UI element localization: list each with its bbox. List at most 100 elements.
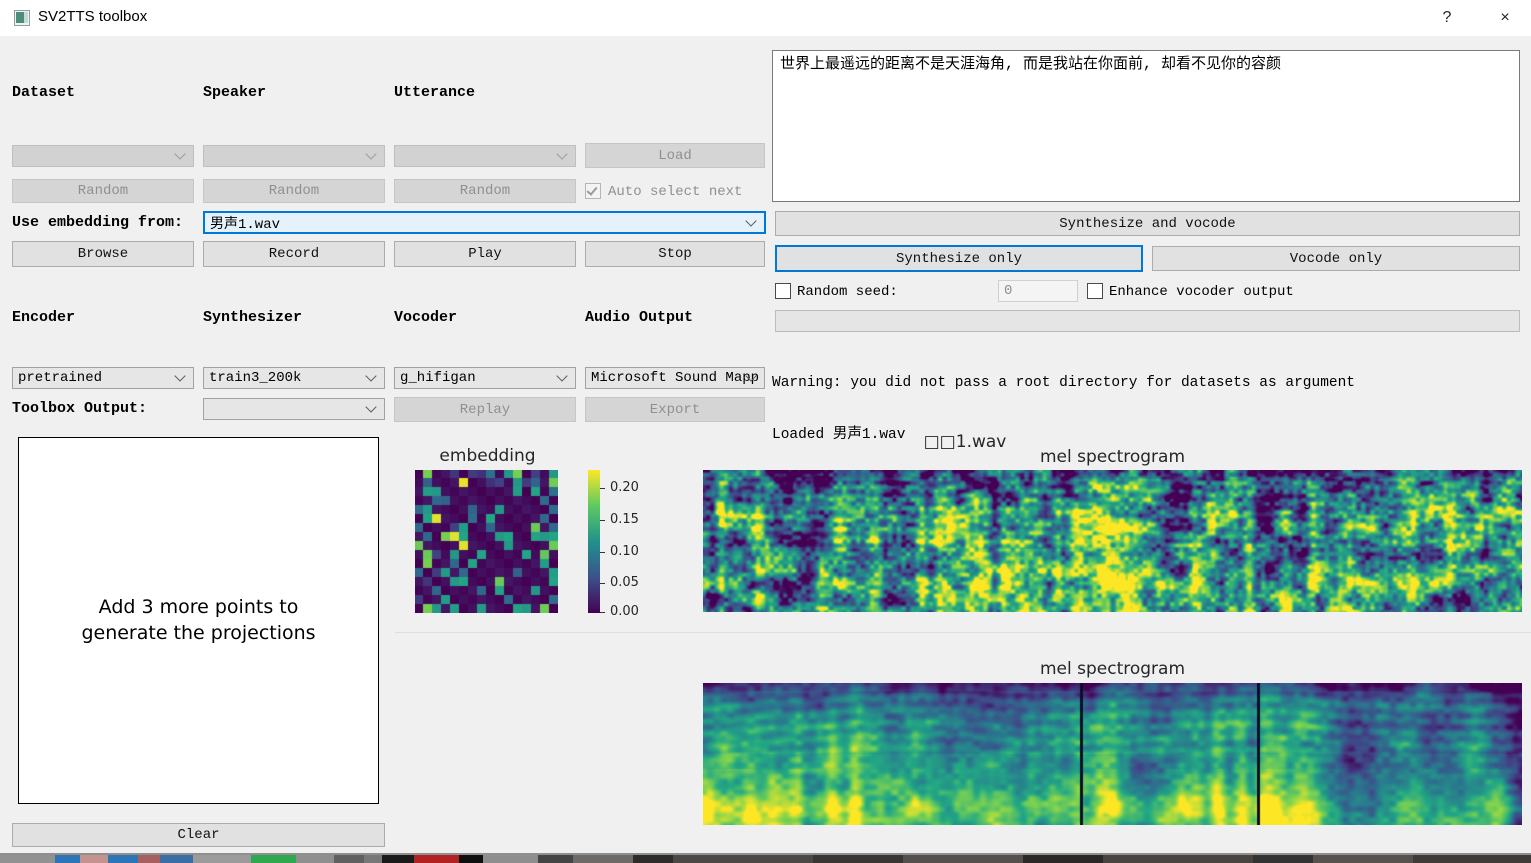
chevron-down-icon [556, 370, 567, 381]
seed-input[interactable] [998, 280, 1078, 302]
encoder-label: Encoder [12, 309, 75, 326]
speaker-select[interactable] [203, 145, 385, 167]
colorbar-tick [600, 488, 605, 489]
vocoder-select[interactable]: g_hifigan [394, 367, 576, 389]
help-button[interactable]: ? [1424, 0, 1470, 36]
desktop-strip-segment [459, 855, 483, 863]
colorbar-tick [600, 520, 605, 521]
text-prompt-input[interactable]: 世界上最遥远的距离不是天涯海角, 而是我站在你面前, 却看不见你的容颜 [772, 50, 1520, 202]
chevron-down-icon [365, 401, 376, 412]
toolbox-output-label: Toolbox Output: [12, 400, 147, 417]
projection-message-line1: Add 3 more points to [99, 596, 299, 618]
audio-output-value: Microsoft Sound Mapp [591, 370, 759, 386]
dataset-label: Dataset [12, 84, 75, 101]
close-button[interactable]: × [1482, 0, 1528, 36]
embedding-source-value: 男声1.wav [210, 213, 280, 233]
synthesize-only-button[interactable]: Synthesize only [775, 245, 1143, 272]
desktop-strip-segment [382, 855, 414, 863]
synthesize-and-vocode-button[interactable]: Synthesize and vocode [775, 211, 1520, 236]
export-button[interactable]: Export [585, 397, 765, 422]
projection-message-line2: generate the projections [81, 622, 315, 644]
utterance-select[interactable] [394, 145, 576, 167]
log-line: Warning: you did not pass a root directo… [772, 375, 1528, 392]
colorbar-label: 0.00 [610, 604, 639, 619]
synthesizer-label: Synthesizer [203, 309, 302, 326]
colorbar-tick [600, 552, 605, 553]
mel-spectrogram-title-top: mel spectrogram [1020, 447, 1205, 467]
desktop-strip-segment [414, 855, 459, 863]
synthesizer-select[interactable]: train3_200k [203, 367, 385, 389]
chevron-down-icon [174, 148, 185, 159]
desktop-strip-segment [1413, 855, 1531, 863]
utterance-label: Utterance [394, 84, 475, 101]
vocoder-label: Vocoder [394, 309, 457, 326]
auto-select-next-label: Auto select next [608, 184, 742, 200]
speaker-label: Speaker [203, 84, 266, 101]
chevron-down-icon [365, 370, 376, 381]
load-button[interactable]: Load [585, 143, 765, 168]
random-speaker-button[interactable]: Random [203, 179, 385, 203]
desktop-strip-segment [673, 855, 813, 863]
play-button[interactable]: Play [394, 241, 576, 267]
desktop-strip-segment [160, 855, 193, 863]
desktop-strip-segment [108, 855, 138, 863]
figure-separator [395, 632, 1531, 633]
vocoder-value: g_hifigan [400, 370, 476, 386]
synthesized-mel-spectrogram [703, 683, 1522, 825]
desktop-strip-segment [483, 855, 538, 863]
replay-button[interactable]: Replay [394, 397, 576, 422]
encoder-select[interactable]: pretrained [12, 367, 194, 389]
colorbar-label: 0.05 [610, 575, 639, 590]
embedding-source-select[interactable]: 男声1.wav [203, 211, 766, 234]
audio-output-select[interactable]: Microsoft Sound Mapp [585, 367, 765, 389]
desktop-strip-segment [1313, 855, 1413, 863]
use-embedding-from-label: Use embedding from: [12, 214, 183, 231]
desktop-strip-segment [296, 855, 334, 863]
desktop-strip-segment [903, 855, 1023, 863]
chevron-down-icon [745, 215, 756, 226]
desktop-strip-segment [193, 855, 251, 863]
target-mel-spectrogram [703, 470, 1522, 612]
embedding-plot-title: embedding [400, 446, 575, 466]
chevron-down-icon [365, 148, 376, 159]
desktop-strip-segment [813, 855, 903, 863]
desktop-strip-segment [138, 855, 160, 863]
chevron-down-icon [174, 370, 185, 381]
random-utterance-button[interactable]: Random [394, 179, 576, 203]
desktop-strip-segment [0, 855, 55, 863]
desktop-strip-segment [251, 855, 296, 863]
app-icon [14, 10, 30, 26]
desktop-strip-segment [1253, 855, 1313, 863]
random-dataset-button[interactable]: Random [12, 179, 194, 203]
colorbar-label: 0.15 [610, 512, 639, 527]
mel-spectrogram-title-bottom: mel spectrogram [1020, 659, 1205, 679]
sv2tts-toolbox-window: SV2TTS toolbox ? × Dataset Speaker Utter… [0, 0, 1531, 863]
auto-select-next-checkbox[interactable] [585, 183, 601, 199]
vocode-only-button[interactable]: Vocode only [1152, 246, 1520, 271]
clear-button[interactable]: Clear [12, 823, 385, 847]
desktop-strip-segment [538, 855, 573, 863]
desktop-strip-segment [633, 855, 673, 863]
desktop-strip-segment [1103, 855, 1253, 863]
desktop-strip-segment [334, 855, 364, 863]
desktop-strip-segment [364, 855, 382, 863]
desktop-strip-segment [55, 855, 80, 863]
colorbar-label: 0.20 [610, 480, 639, 495]
colorbar-tick [600, 612, 605, 613]
synthesizer-value: train3_200k [209, 370, 301, 386]
projection-message: Add 3 more points to generate the projec… [81, 595, 315, 646]
colorbar-tick [600, 583, 605, 584]
record-button[interactable]: Record [203, 241, 385, 267]
random-seed-label: Random seed: [797, 284, 898, 300]
stop-button[interactable]: Stop [585, 241, 765, 267]
desktop-strip [0, 855, 1531, 863]
colorbar-label: 0.10 [610, 544, 639, 559]
random-seed-checkbox[interactable] [775, 283, 791, 299]
browse-button[interactable]: Browse [12, 241, 194, 267]
chevron-down-icon [556, 148, 567, 159]
audio-output-label: Audio Output [585, 309, 693, 326]
titlebar: SV2TTS toolbox ? × [0, 0, 1531, 36]
toolbox-output-select[interactable] [203, 398, 385, 420]
enhance-vocoder-checkbox[interactable] [1087, 283, 1103, 299]
dataset-select[interactable] [12, 145, 194, 167]
